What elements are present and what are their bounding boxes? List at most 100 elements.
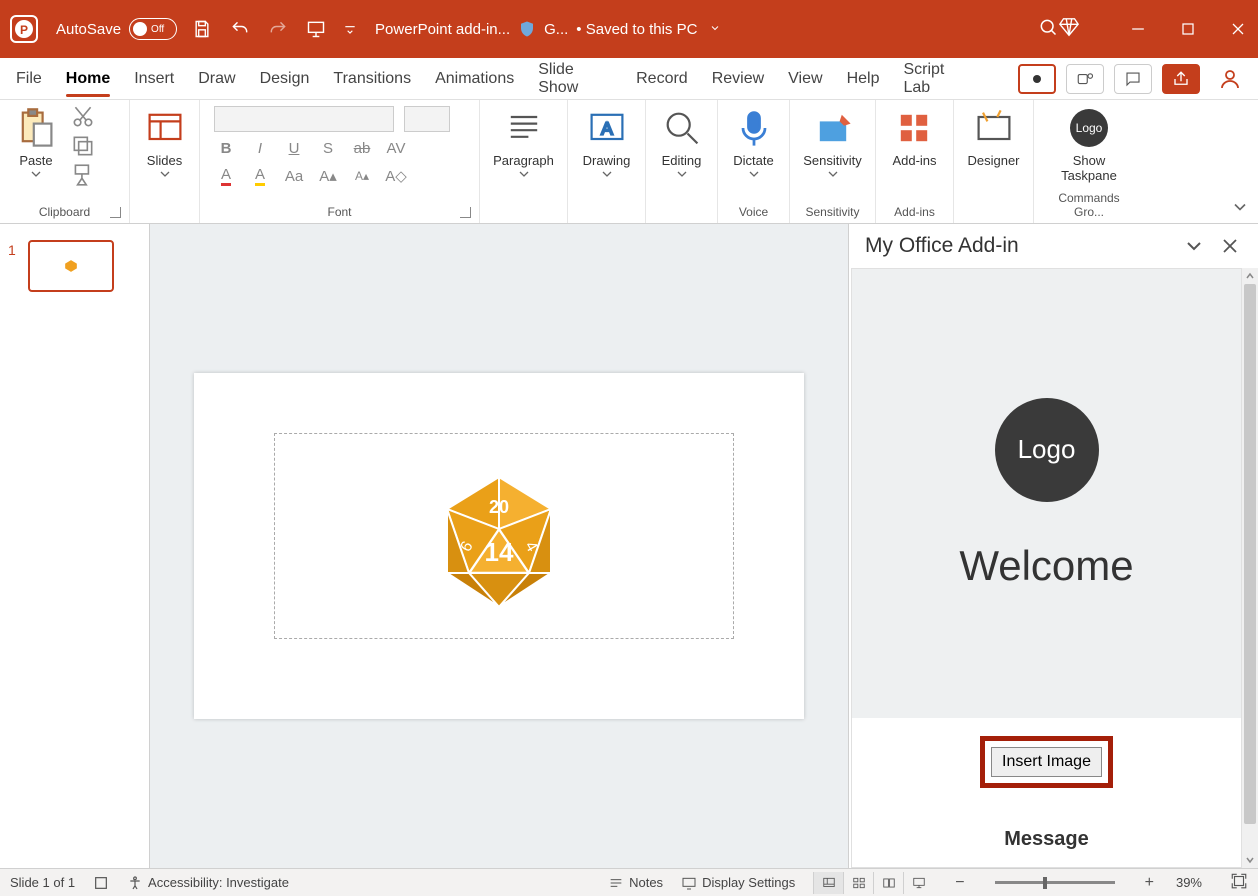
tab-home[interactable]: Home <box>66 64 110 94</box>
teams-button[interactable] <box>1066 64 1104 94</box>
insert-image-button[interactable]: Insert Image <box>991 747 1102 777</box>
fit-to-window-button[interactable] <box>1230 872 1248 893</box>
scroll-down-icon[interactable] <box>1242 852 1258 868</box>
italic-button[interactable]: I <box>248 136 272 160</box>
slides-button[interactable]: Slides <box>137 104 193 179</box>
paragraph-button[interactable]: Paragraph <box>487 104 560 179</box>
shrink-font-button[interactable]: A▴ <box>350 164 374 188</box>
sensitivity-button[interactable]: Sensitivity <box>797 104 868 179</box>
sensitivity-icon <box>811 106 855 150</box>
thumbnail-panel[interactable]: 1 <box>0 224 150 868</box>
share-button[interactable] <box>1162 64 1200 94</box>
tab-view[interactable]: View <box>788 64 822 94</box>
tab-file[interactable]: File <box>16 64 42 94</box>
tab-design[interactable]: Design <box>260 64 310 94</box>
tab-animations[interactable]: Animations <box>435 64 514 94</box>
chevron-down-icon[interactable] <box>705 21 721 38</box>
notes-button[interactable]: Notes <box>608 875 663 891</box>
chevron-down-icon <box>677 171 687 177</box>
diamond-icon[interactable] <box>1058 16 1080 43</box>
tab-review[interactable]: Review <box>712 64 764 94</box>
clear-formatting-button[interactable]: A◇ <box>384 164 408 188</box>
display-settings-button[interactable]: Display Settings <box>681 875 795 891</box>
slide-sorter-view-button[interactable] <box>843 872 873 894</box>
tab-insert[interactable]: Insert <box>134 64 174 94</box>
editing-icon <box>660 106 704 150</box>
copy-icon[interactable] <box>70 133 96 159</box>
taskpane-menu-button[interactable] <box>1182 234 1206 258</box>
underline-button[interactable]: U <box>282 136 306 160</box>
autosave-toggle[interactable]: Off <box>129 18 177 40</box>
paste-button[interactable]: Paste <box>8 104 64 179</box>
slide-number-1: 1 <box>8 242 16 258</box>
slide-thumbnail-1[interactable] <box>28 240 114 292</box>
group-sensitivity-label: Sensitivity <box>798 203 867 221</box>
drawing-button[interactable]: A Drawing <box>577 104 637 179</box>
redo-icon[interactable] <box>267 18 289 40</box>
profile-icon[interactable] <box>1218 67 1242 91</box>
character-spacing-button[interactable]: AV <box>384 136 408 160</box>
paste-icon <box>14 106 58 150</box>
maximize-button[interactable] <box>1178 19 1198 39</box>
zoom-in-button[interactable]: + <box>1141 874 1158 892</box>
tab-slideshow[interactable]: Slide Show <box>538 55 612 103</box>
svg-text:20: 20 <box>489 497 509 517</box>
normal-view-button[interactable] <box>813 872 843 894</box>
group-clipboard-label: Clipboard <box>8 203 121 221</box>
tab-help[interactable]: Help <box>847 64 880 94</box>
zoom-percent[interactable]: 39% <box>1176 875 1202 890</box>
save-icon[interactable] <box>191 18 213 40</box>
qat-customize-icon[interactable] <box>343 18 357 40</box>
slide-count-status[interactable]: Slide 1 of 1 <box>10 875 75 890</box>
taskpane-scrollbar[interactable] <box>1242 268 1258 868</box>
tab-draw[interactable]: Draw <box>198 64 235 94</box>
collapse-ribbon-icon[interactable] <box>1230 197 1250 217</box>
spelling-icon[interactable] <box>93 875 109 891</box>
designer-button[interactable]: Designer <box>961 104 1025 170</box>
slide-1[interactable]: 20 14 6 4 <box>194 373 804 719</box>
d20-dice-icon <box>64 259 78 273</box>
accessibility-status[interactable]: Accessibility: Investigate <box>127 875 289 891</box>
zoom-slider[interactable] <box>995 881 1115 884</box>
cut-icon[interactable] <box>70 104 96 130</box>
slideshow-view-button[interactable] <box>903 872 933 894</box>
highlight-button[interactable]: A <box>248 164 272 188</box>
chevron-down-icon <box>828 171 838 177</box>
scroll-thumb[interactable] <box>1244 284 1256 824</box>
search-icon[interactable] <box>1038 17 1058 42</box>
record-button[interactable] <box>1018 64 1056 94</box>
comments-button[interactable] <box>1114 64 1152 94</box>
slide-canvas[interactable]: 20 14 6 4 <box>150 224 848 868</box>
minimize-button[interactable] <box>1128 19 1148 39</box>
strikethrough-button[interactable]: ab <box>350 136 374 160</box>
taskpane-close-button[interactable] <box>1218 234 1242 258</box>
font-size-select[interactable] <box>404 106 450 132</box>
addin-logo: Logo <box>995 398 1099 502</box>
present-from-beginning-icon[interactable] <box>305 18 327 40</box>
undo-icon[interactable] <box>229 18 251 40</box>
editing-button[interactable]: Editing <box>654 104 710 179</box>
tab-transitions[interactable]: Transitions <box>333 64 411 94</box>
tab-record[interactable]: Record <box>636 64 688 94</box>
chevron-down-icon <box>749 171 759 177</box>
change-case-button[interactable]: Aa <box>282 164 306 188</box>
addins-button[interactable]: Add-ins <box>886 104 942 170</box>
saved-status[interactable]: • Saved to this PC <box>576 21 697 38</box>
dictate-button[interactable]: Dictate <box>726 104 782 179</box>
svg-text:14: 14 <box>485 537 514 567</box>
zoom-out-button[interactable]: − <box>951 874 968 892</box>
reading-view-button[interactable] <box>873 872 903 894</box>
scroll-up-icon[interactable] <box>1242 268 1258 284</box>
display-icon <box>681 875 697 891</box>
taskpane-title: My Office Add-in <box>865 234 1170 258</box>
format-painter-icon[interactable] <box>70 162 96 188</box>
grow-font-button[interactable]: A▴ <box>316 164 340 188</box>
show-taskpane-button[interactable]: Logo Show Taskpane <box>1055 104 1123 185</box>
tab-scriptlab[interactable]: Script Lab <box>903 55 970 103</box>
shield-text: G... <box>544 21 568 38</box>
bold-button[interactable]: B <box>214 136 238 160</box>
shadow-button[interactable]: S <box>316 136 340 160</box>
font-color-button[interactable]: A <box>214 164 238 188</box>
font-family-select[interactable] <box>214 106 394 132</box>
close-button[interactable] <box>1228 19 1248 39</box>
